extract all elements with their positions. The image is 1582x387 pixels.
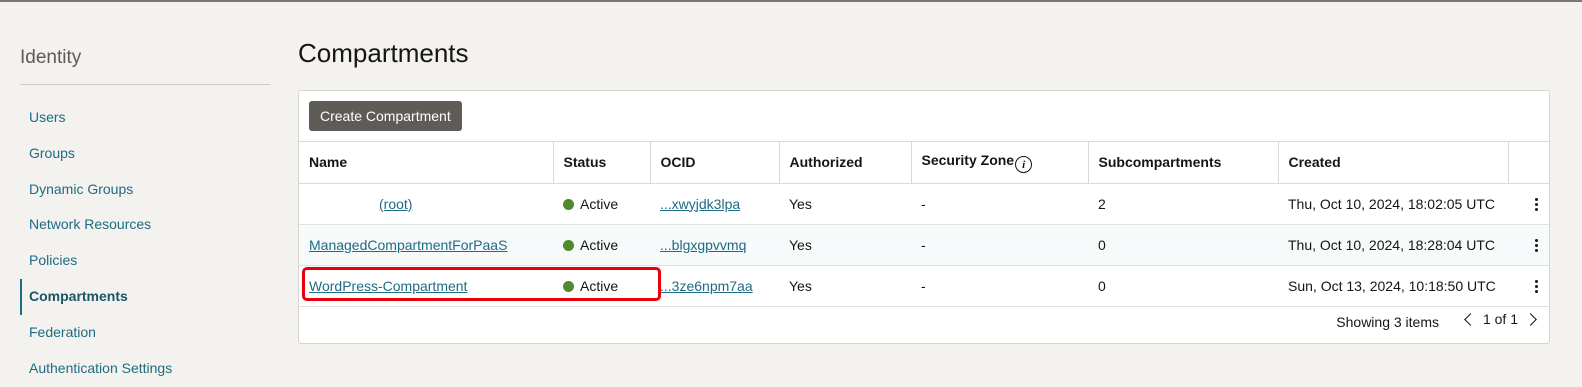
compartment-name-link[interactable]: WordPress-Compartment bbox=[309, 278, 467, 294]
sidebar-item-users[interactable]: Users bbox=[20, 100, 270, 136]
cell-created: Sun, Oct 13, 2024, 10:18:50 UTC bbox=[1278, 265, 1508, 307]
sidebar-item-policies[interactable]: Policies bbox=[20, 243, 270, 279]
cell-authorized: Yes bbox=[779, 183, 911, 225]
cell-ocid: ...blgxgpvvmq bbox=[650, 224, 779, 266]
status-active-dot-icon bbox=[563, 280, 574, 292]
kebab-menu-icon[interactable] bbox=[1535, 278, 1539, 295]
kebab-menu-icon[interactable] bbox=[1535, 196, 1539, 213]
compartments-table: Name Status OCID Authorized Security Zon… bbox=[299, 142, 1549, 307]
cell-name: ManagedCompartmentForPaaS bbox=[299, 224, 553, 266]
cell-actions bbox=[1508, 265, 1549, 307]
sidebar-item-authentication-settings[interactable]: Authentication Settings bbox=[20, 351, 270, 387]
table-footer: Showing 3 items 1 of 1 bbox=[299, 303, 1549, 343]
cell-ocid: ...xwyjdk3lpa bbox=[650, 183, 779, 225]
sidebar-item-dynamic-groups[interactable]: Dynamic Groups bbox=[20, 172, 270, 208]
cell-status: Active bbox=[553, 183, 650, 225]
sidebar-item-groups[interactable]: Groups bbox=[20, 136, 270, 172]
cell-subcompartments: 0 bbox=[1088, 265, 1278, 307]
create-compartment-button[interactable]: Create Compartment bbox=[309, 101, 462, 131]
column-header-name[interactable]: Name bbox=[299, 142, 554, 184]
sidebar-item-compartments[interactable]: Compartments bbox=[20, 278, 270, 315]
column-header-security-zone-label: Security Zone bbox=[921, 151, 1015, 168]
status-text: Active bbox=[580, 236, 619, 253]
cell-created: Thu, Oct 10, 2024, 18:28:04 UTC bbox=[1278, 224, 1508, 266]
ocid-link[interactable]: ...3ze6npm7aa bbox=[660, 278, 753, 294]
cell-created: Thu, Oct 10, 2024, 18:02:05 UTC bbox=[1278, 183, 1508, 225]
column-header-status[interactable]: Status bbox=[553, 142, 651, 184]
column-header-authorized[interactable]: Authorized bbox=[779, 142, 912, 184]
table-row: ManagedCompartmentForPaaS Active ...blgx… bbox=[299, 224, 1549, 266]
cell-security-zone: - bbox=[911, 183, 1088, 225]
status-active-dot-icon bbox=[563, 198, 574, 210]
chevron-left-icon[interactable] bbox=[1464, 312, 1477, 326]
items-count: Showing 3 items bbox=[1336, 314, 1439, 330]
pagination: 1 of 1 bbox=[1458, 311, 1543, 327]
status-text: Active bbox=[580, 277, 619, 294]
sidebar-divider bbox=[20, 84, 270, 85]
table-header-row: Name Status OCID Authorized Security Zon… bbox=[299, 142, 1549, 184]
cell-name: WordPress-Compartment bbox=[299, 265, 553, 307]
toolbar: Create Compartment bbox=[299, 91, 1549, 142]
column-header-subcompartments[interactable]: Subcompartments bbox=[1088, 142, 1279, 184]
compartments-panel: Create Compartment Name Status OCID Auth… bbox=[298, 90, 1550, 344]
column-header-actions bbox=[1508, 142, 1549, 184]
cell-status: Active bbox=[553, 224, 650, 266]
table-row: (root) Active ...xwyjdk3lpa Yes - 2 Thu,… bbox=[299, 183, 1549, 225]
cell-authorized: Yes bbox=[779, 265, 911, 307]
info-circle-icon[interactable]: i bbox=[1015, 155, 1033, 173]
compartment-name-link[interactable]: ManagedCompartmentForPaaS bbox=[309, 237, 507, 253]
status-text: Active bbox=[580, 195, 619, 212]
cell-ocid: ...3ze6npm7aa bbox=[650, 265, 779, 307]
sidebar-title: Identity bbox=[20, 47, 82, 68]
chevron-right-icon[interactable] bbox=[1524, 312, 1537, 326]
cell-actions bbox=[1508, 183, 1549, 225]
ocid-link[interactable]: ...blgxgpvvmq bbox=[660, 237, 746, 253]
table-row: WordPress-Compartment Active ...3ze6npm7… bbox=[299, 265, 1549, 307]
column-header-security-zone[interactable]: Security Zone i bbox=[911, 142, 1089, 184]
ocid-link[interactable]: ...xwyjdk3lpa bbox=[660, 196, 740, 212]
compartment-name-link[interactable]: (root) bbox=[379, 196, 412, 212]
cell-actions bbox=[1508, 224, 1549, 266]
page-indicator: 1 of 1 bbox=[1482, 311, 1518, 327]
cell-authorized: Yes bbox=[779, 224, 911, 266]
cell-subcompartments: 0 bbox=[1088, 224, 1278, 266]
sidebar: Identity Users Groups Dynamic Groups Net… bbox=[20, 44, 270, 376]
column-header-ocid[interactable]: OCID bbox=[650, 142, 780, 184]
status-active-dot-icon bbox=[563, 239, 574, 251]
cell-security-zone: - bbox=[911, 265, 1088, 307]
column-header-created[interactable]: Created bbox=[1278, 142, 1509, 184]
sidebar-item-network-resources[interactable]: Network Resources bbox=[20, 207, 270, 243]
sidebar-item-federation[interactable]: Federation bbox=[20, 315, 270, 351]
kebab-menu-icon[interactable] bbox=[1535, 237, 1539, 254]
cell-name: (root) bbox=[299, 183, 553, 225]
sidebar-nav: Users Groups Dynamic Groups Network Reso… bbox=[20, 100, 270, 386]
cell-security-zone: - bbox=[911, 224, 1088, 266]
page-title: Compartments bbox=[298, 38, 469, 68]
cell-subcompartments: 2 bbox=[1088, 183, 1278, 225]
cell-status: Active bbox=[553, 265, 650, 307]
top-border bbox=[0, 0, 1582, 2]
